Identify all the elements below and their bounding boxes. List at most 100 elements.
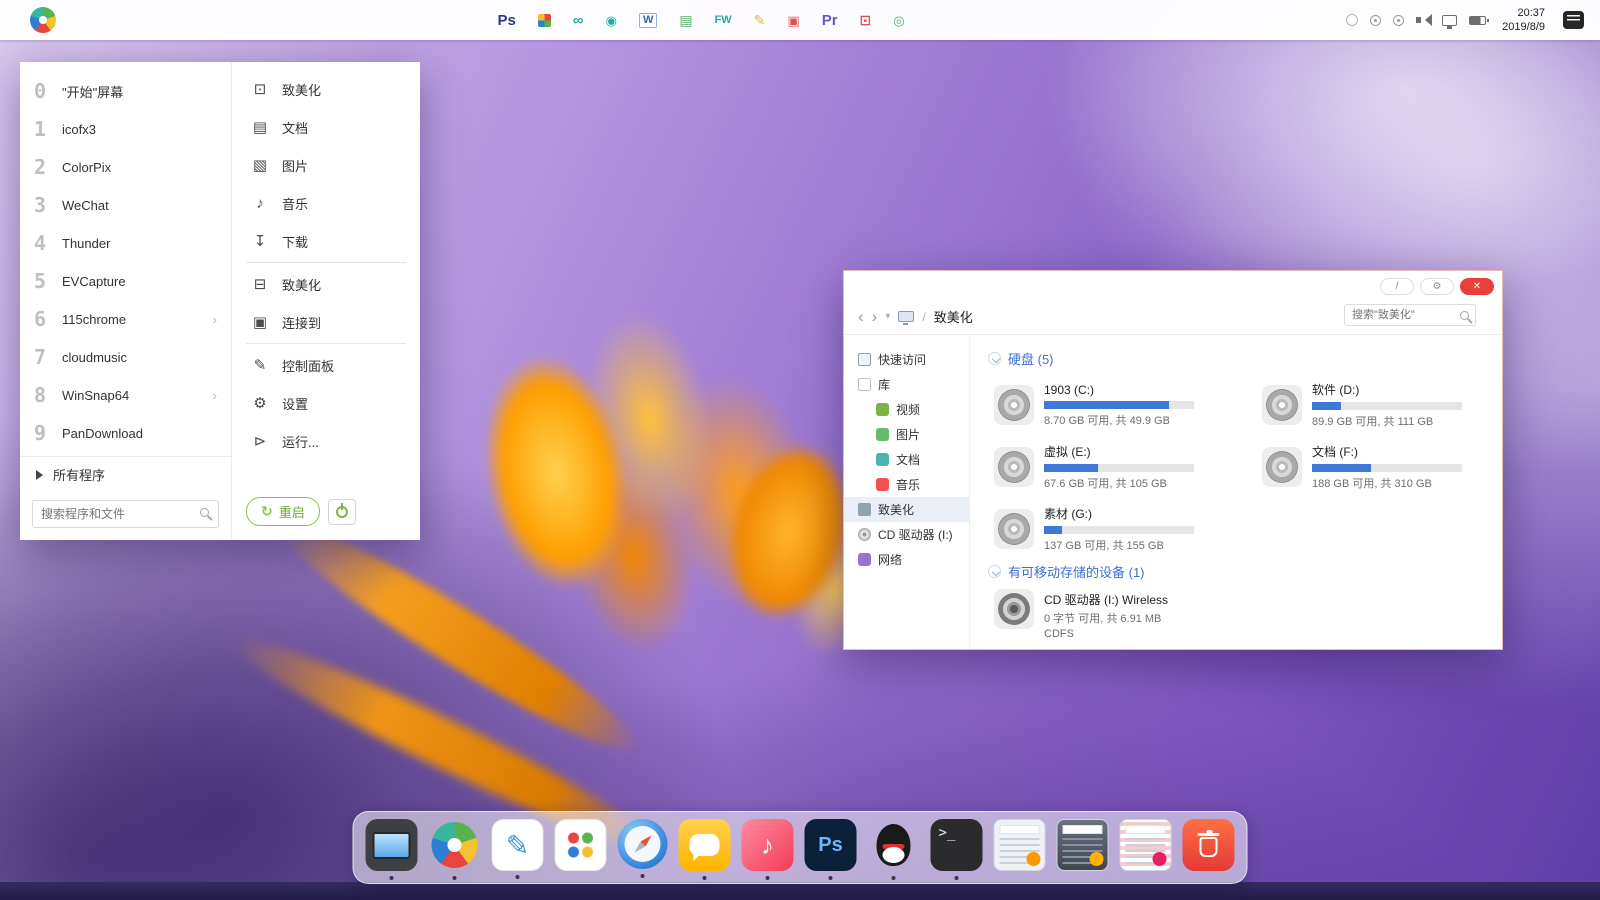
drive-c[interactable]: 1903 (C:) 8.70 GB 可用, 共 49.9 GB	[994, 376, 1246, 434]
start-menu-place-pictures[interactable]: ▧ 图片	[232, 146, 420, 184]
start-menu-item-cloudmusic[interactable]: 7 cloudmusic	[20, 338, 231, 376]
music-note-icon: ♪	[250, 195, 270, 212]
start-menu-item-thunder[interactable]: 4 Thunder	[20, 224, 231, 262]
all-programs-button[interactable]: 所有程序	[20, 456, 231, 492]
notification-center-icon[interactable]	[1563, 11, 1584, 29]
preview-badge	[1090, 852, 1104, 866]
dock-music-icon[interactable]: ♪	[742, 819, 794, 871]
start-menu-item-winsnap64[interactable]: 8 WinSnap64 ›	[20, 376, 231, 414]
sidebar-item-documents[interactable]: 文档	[844, 447, 969, 472]
fireworks-icon[interactable]: FW	[715, 15, 732, 26]
divider	[246, 262, 406, 263]
section-header-disks[interactable]: 硬盘 (5)	[988, 349, 1484, 368]
sidebar-label: 视频	[896, 401, 920, 418]
dock-window-preview-1[interactable]	[994, 819, 1046, 871]
item-label: 图片	[282, 156, 308, 175]
premiere-icon[interactable]: Pr	[822, 13, 838, 28]
start-menu-item-start-screen[interactable]: 0 "开始"屏幕	[20, 72, 231, 110]
start-menu-control-panel[interactable]: ✎ 控制面板	[232, 346, 420, 384]
download-icon: ↧	[250, 232, 270, 250]
dock-pencil-icon[interactable]: ✎	[492, 819, 544, 871]
drive-f[interactable]: 文档 (F:) 188 GB 可用, 共 310 GB	[1262, 438, 1502, 496]
start-menu-place-documents[interactable]: ▤ 文档	[232, 108, 420, 146]
drive-g[interactable]: 素材 (G:) 137 GB 可用, 共 155 GB	[994, 500, 1246, 558]
dock-qq-icon[interactable]	[868, 819, 920, 871]
collapse-chevron-icon[interactable]	[988, 352, 1001, 365]
removable-drive-i[interactable]: CD 驱动器 (I:) Wireless 0 字节 可用, 共 6.91 MB …	[994, 589, 1484, 640]
start-menu-connect-to[interactable]: ▣ 连接到	[232, 303, 420, 341]
explorer-search-input[interactable]	[1344, 304, 1476, 326]
breadcrumb[interactable]: 致美化	[934, 307, 973, 326]
start-search-input[interactable]	[32, 500, 219, 528]
volume-icon[interactable]	[1416, 14, 1430, 26]
search-icon	[200, 508, 209, 517]
battery-icon[interactable]	[1469, 16, 1486, 25]
start-menu-place-music[interactable]: ♪ 音乐	[232, 184, 420, 222]
word-icon[interactable]: W	[639, 13, 657, 28]
dock-photoshop-icon[interactable]: Ps	[805, 819, 857, 871]
sidebar-item-videos[interactable]: 视频	[844, 397, 969, 422]
history-dropdown-icon[interactable]: ▾	[885, 311, 890, 322]
digit-icon: 0	[34, 79, 62, 103]
window-close-button[interactable]: ✕	[1460, 278, 1494, 295]
dock-terminal-icon[interactable]: >_	[931, 819, 983, 871]
pen-icon[interactable]: ✎	[754, 13, 766, 27]
dock-messages-icon[interactable]	[679, 819, 731, 871]
start-menu-item-evcapture[interactable]: 5 EVCapture	[20, 262, 231, 300]
item-label: 音乐	[282, 194, 308, 213]
start-menu-item-icofx3[interactable]: 1 icofx3	[20, 110, 231, 148]
dock-display-icon[interactable]	[366, 819, 418, 871]
drive-usage-bar	[1312, 402, 1462, 410]
dock-trash-icon[interactable]	[1183, 819, 1235, 871]
start-logo-icon[interactable]	[30, 7, 56, 33]
back-button[interactable]: ‹	[858, 308, 864, 325]
camera-icon[interactable]: ◉	[606, 14, 617, 27]
dock-window-preview-2[interactable]	[1057, 819, 1109, 871]
sidebar-item-network[interactable]: 网络	[844, 547, 969, 572]
start-menu-places: ⊡ 致美化 ▤ 文档 ▧ 图片 ♪ 音乐 ↧ 下载 ⊟ 致美化	[232, 62, 420, 540]
sidebar-item-this-pc[interactable]: 致美化	[844, 497, 969, 522]
sidebar-item-music[interactable]: 音乐	[844, 472, 969, 497]
sidebar-item-cd-drive[interactable]: CD 驱动器 (I:)	[844, 522, 969, 547]
display-status-icon[interactable]	[1442, 15, 1457, 26]
status-ring-icon[interactable]	[1346, 14, 1358, 26]
computer-icon[interactable]	[898, 311, 914, 322]
start-menu-place-computer[interactable]: ⊟ 致美化	[232, 265, 420, 303]
section-header-removable[interactable]: 有可移动存储的设备 (1)	[988, 562, 1484, 581]
drive-filesystem: CDFS	[1044, 628, 1168, 640]
photoshop-icon[interactable]: Ps	[498, 13, 516, 28]
dock-launchpad-icon[interactable]	[555, 819, 607, 871]
drive-e[interactable]: 虚拟 (E:) 67.6 GB 可用, 共 105 GB	[994, 438, 1246, 496]
start-menu-item-115chrome[interactable]: 6 115chrome ›	[20, 300, 231, 338]
dock-browser-icon[interactable]	[618, 819, 668, 869]
collapse-chevron-icon[interactable]	[988, 565, 1001, 578]
start-menu-place-zhimeihua[interactable]: ⊡ 致美化	[232, 70, 420, 108]
power-button[interactable]	[328, 499, 356, 525]
display-red-icon[interactable]: ▣	[787, 14, 799, 27]
monitor-red-icon[interactable]: ⊡	[860, 13, 872, 27]
window-settings-button[interactable]: ⚙	[1420, 278, 1454, 295]
dock-window-preview-3[interactable]	[1120, 819, 1172, 871]
start-menu-place-downloads[interactable]: ↧ 下载	[232, 222, 420, 260]
dock-start-pinwheel-icon[interactable]	[429, 819, 481, 871]
sidebar-item-quick-access[interactable]: 快速访问	[844, 347, 969, 372]
start-menu-item-pandownload[interactable]: 9 PanDownload	[20, 414, 231, 452]
start-menu-run[interactable]: ⊳ 运行...	[232, 422, 420, 460]
start-menu-item-colorpix[interactable]: 2 ColorPix	[20, 148, 231, 186]
window-theme-button[interactable]: /	[1380, 278, 1414, 295]
item-label: icofx3	[62, 122, 96, 137]
pinwheel-icon	[432, 822, 478, 868]
start-menu-settings[interactable]: ⚙ 设置	[232, 384, 420, 422]
drive-d[interactable]: 软件 (D:) 89.9 GB 可用, 共 111 GB	[1262, 376, 1502, 434]
sidebar-item-pictures[interactable]: 图片	[844, 422, 969, 447]
document-icon[interactable]: ▤	[679, 13, 692, 27]
restart-button[interactable]: ↻ 重启	[246, 497, 320, 526]
capture-icon[interactable]: ◎	[893, 14, 904, 27]
sidebar-item-libraries[interactable]: 库	[844, 372, 969, 397]
status-badge-icon[interactable]	[1393, 15, 1404, 26]
app-grid-icon[interactable]	[538, 14, 551, 27]
link-icon[interactable]: ∞	[573, 13, 584, 28]
forward-button[interactable]: ›	[872, 308, 878, 325]
status-badge-icon[interactable]	[1370, 15, 1381, 26]
start-menu-item-wechat[interactable]: 3 WeChat	[20, 186, 231, 224]
